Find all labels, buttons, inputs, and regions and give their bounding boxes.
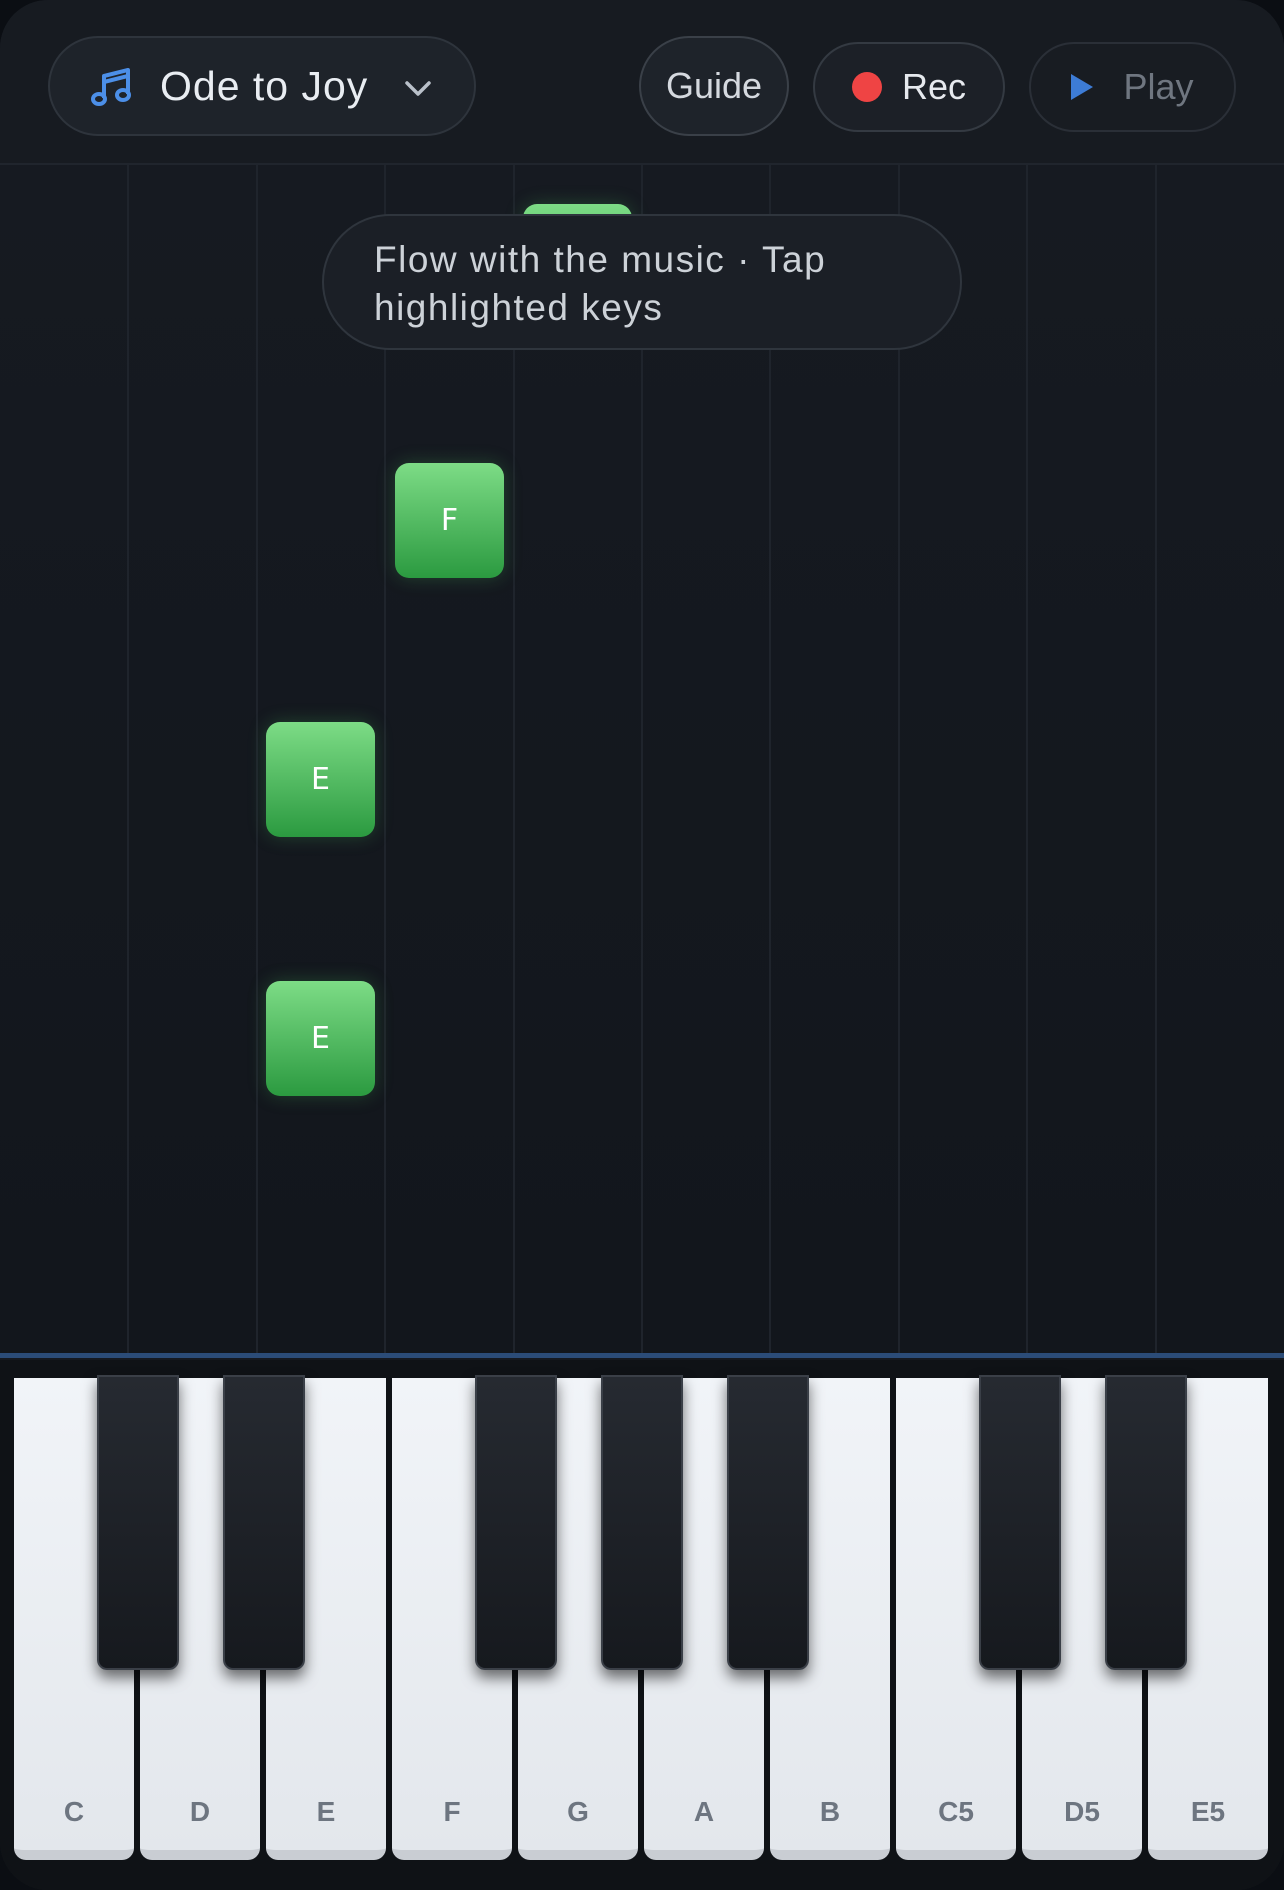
lane-divider xyxy=(256,165,258,1355)
black-key-d5-sharp[interactable] xyxy=(1105,1375,1187,1670)
top-bar: Ode to Joy Guide Rec Play xyxy=(0,0,1284,165)
key-label: E5 xyxy=(1190,1796,1226,1827)
hit-line xyxy=(0,1353,1284,1358)
lane-divider xyxy=(127,165,129,1355)
song-selector[interactable]: Ode to Joy xyxy=(48,36,476,136)
song-title: Ode to Joy xyxy=(160,63,369,109)
play-label: Play xyxy=(1123,66,1194,107)
hint-line-2: highlighted keys xyxy=(374,287,664,328)
key-label: C5 xyxy=(938,1796,974,1827)
key-label: E xyxy=(316,1796,336,1827)
guide-label: Guide xyxy=(665,65,763,106)
lane-divider xyxy=(1026,165,1028,1355)
key-label: D xyxy=(189,1796,211,1827)
falling-note[interactable]: E xyxy=(266,981,375,1096)
record-dot-icon xyxy=(851,72,882,102)
key-label: D5 xyxy=(1064,1796,1100,1827)
record-label: Rec xyxy=(901,66,967,107)
key-label: F xyxy=(443,1796,461,1827)
guide-button[interactable]: Guide xyxy=(639,36,789,136)
falling-note[interactable]: F xyxy=(395,463,504,578)
black-key-f-sharp[interactable] xyxy=(475,1375,557,1670)
play-button[interactable]: Play xyxy=(1029,42,1236,132)
record-button[interactable]: Rec xyxy=(813,42,1005,132)
hint-line-1: Flow with the music · Tap xyxy=(374,239,827,280)
chevron-down-icon xyxy=(405,81,431,96)
lane-divider xyxy=(1155,165,1157,1355)
falling-note[interactable]: E xyxy=(266,722,375,837)
black-key-d-sharp[interactable] xyxy=(223,1375,305,1670)
key-label: B xyxy=(819,1796,841,1827)
black-key-c5-sharp[interactable] xyxy=(979,1375,1061,1670)
key-label: A xyxy=(693,1796,715,1827)
black-key-g-sharp[interactable] xyxy=(601,1375,683,1670)
key-label: G xyxy=(567,1796,589,1827)
app-frame: Ode to Joy Guide Rec Play F E E Flow wit… xyxy=(0,0,1284,1890)
piano-keyboard: C D E F G A B C5 D5 E5 xyxy=(0,1360,1284,1890)
instruction-hint: Flow with the music · Tap highlighted ke… xyxy=(322,214,962,350)
black-key-a-sharp[interactable] xyxy=(727,1375,809,1670)
play-icon xyxy=(1071,74,1094,100)
key-label: C xyxy=(63,1796,85,1827)
black-key-c-sharp[interactable] xyxy=(97,1375,179,1670)
music-note-icon xyxy=(91,68,131,106)
